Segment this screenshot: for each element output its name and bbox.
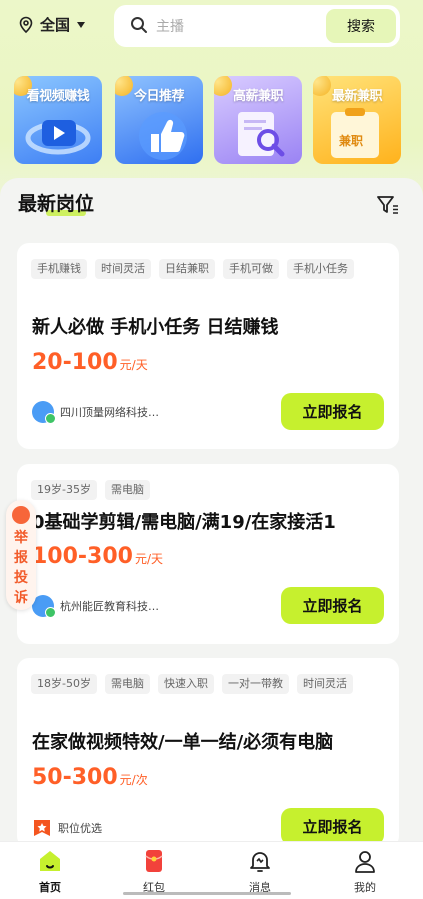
tile-latest-part-time[interactable]: 最新兼职 兼职	[313, 76, 401, 164]
job-title: 0基础学剪辑/需电脑/满19/在家接活1	[32, 512, 336, 533]
job-salary: 50-300 元/次	[32, 765, 148, 790]
company-name: 四川顶量网络科技…	[60, 406, 159, 419]
apply-button[interactable]: 立即报名	[281, 393, 384, 430]
caret-down-icon	[77, 21, 86, 28]
job-tag: 需电脑	[104, 674, 150, 694]
company-name: 杭州能匠教育科技…	[60, 600, 159, 613]
play-video-icon	[25, 120, 91, 155]
location-label: 全国	[40, 16, 71, 34]
apply-button[interactable]: 立即报名	[281, 587, 384, 624]
filter-icon[interactable]	[376, 194, 400, 216]
magnifier-document-icon	[238, 112, 285, 157]
job-tag: 需电脑	[104, 480, 150, 500]
salary-value: 50-300	[32, 765, 118, 790]
job-tag: 19岁-35岁	[31, 480, 97, 500]
bottom-tab-bar: 首页 红包 消息 我的	[0, 841, 423, 899]
apply-button[interactable]: 立即报名	[281, 808, 384, 845]
company-avatar	[32, 401, 56, 424]
job-tag: 时间灵活	[296, 674, 353, 694]
thumbs-up-icon	[139, 112, 187, 160]
job-card[interactable]: 18岁-50岁 需电脑 快速入职 一对一带教 时间灵活 在家做视频特效/一单一结…	[17, 658, 399, 848]
location-selector[interactable]: 全国	[18, 14, 86, 35]
home-icon	[40, 851, 60, 871]
search-bar[interactable]: 主播 搜索	[114, 5, 400, 47]
tile-recommend[interactable]: 今日推荐	[115, 76, 203, 164]
search-placeholder: 主播	[156, 19, 184, 35]
tab-red-envelope[interactable]: 红包	[124, 848, 184, 895]
job-tag: 时间灵活	[95, 259, 151, 279]
tab-profile[interactable]: 我的	[335, 848, 395, 895]
salary-unit: 元/天	[134, 552, 164, 566]
job-card[interactable]: 手机赚钱 时间灵活 日结兼职 手机可做 手机小任务 新人必做 手机小任务 日结赚…	[17, 243, 399, 449]
report-icon	[12, 506, 30, 524]
search-icon	[131, 17, 147, 33]
report-complaint-button[interactable]: 举报投诉	[6, 500, 36, 610]
section-title: 最新岗位	[18, 193, 95, 215]
job-tag: 手机可做	[223, 259, 279, 279]
feature-tiles: 看视频赚钱 今日推荐 高薪兼职 最新兼职 兼职	[14, 76, 409, 166]
salary-value: 20-100	[32, 350, 118, 375]
report-label: 举报投诉	[14, 530, 28, 606]
tab-label: 首页	[39, 881, 61, 894]
job-tag: 手机小任务	[287, 259, 354, 279]
tab-label: 我的	[354, 881, 376, 894]
job-tag: 18岁-50岁	[31, 674, 97, 694]
tab-messages[interactable]: 消息	[230, 848, 290, 895]
tile-sub-label: 兼职	[339, 134, 364, 148]
tile-watch-video[interactable]: 看视频赚钱	[14, 76, 102, 164]
job-tags: 19岁-35岁 需电脑	[31, 480, 389, 500]
job-tag: 手机赚钱	[31, 259, 87, 279]
search-button[interactable]: 搜索	[326, 9, 396, 43]
badge-star-icon	[34, 820, 50, 836]
salary-unit: 元/次	[119, 773, 148, 787]
red-envelope-icon	[145, 850, 163, 872]
tile-high-salary[interactable]: 高薪兼职	[214, 76, 302, 164]
job-salary: 100-300 元/天	[32, 544, 163, 569]
job-tag: 日结兼职	[159, 259, 215, 279]
job-title: 在家做视频特效/一单一结/必须有电脑	[32, 732, 334, 753]
company-info: 职位优选	[32, 818, 102, 838]
company-name: 职位优选	[58, 822, 102, 835]
job-tags: 手机赚钱 时间灵活 日结兼职 手机可做 手机小任务	[31, 259, 389, 279]
job-salary: 20-100 元/天	[32, 350, 148, 375]
job-title: 新人必做 手机小任务 日结赚钱	[32, 317, 279, 338]
tab-home[interactable]: 首页	[20, 848, 80, 895]
job-tag: 一对一带教	[221, 674, 289, 694]
home-indicator	[123, 892, 291, 895]
job-tags: 18岁-50岁 需电脑 快速入职 一对一带教 时间灵活	[31, 674, 389, 694]
bell-message-icon	[250, 852, 270, 872]
salary-value: 100-300	[32, 544, 133, 569]
job-tag: 快速入职	[157, 674, 214, 694]
header: 全国 主播 搜索	[0, 0, 423, 52]
location-pin-icon	[19, 16, 33, 33]
company-info: 杭州能匠教育科技…	[32, 595, 159, 618]
user-icon	[355, 851, 375, 873]
job-card[interactable]: 19岁-35岁 需电脑 0基础学剪辑/需电脑/满19/在家接活1 100-300…	[17, 464, 399, 644]
salary-unit: 元/天	[119, 358, 148, 372]
part-time-clipboard-icon	[331, 108, 379, 158]
company-info: 四川顶量网络科技…	[32, 401, 159, 424]
